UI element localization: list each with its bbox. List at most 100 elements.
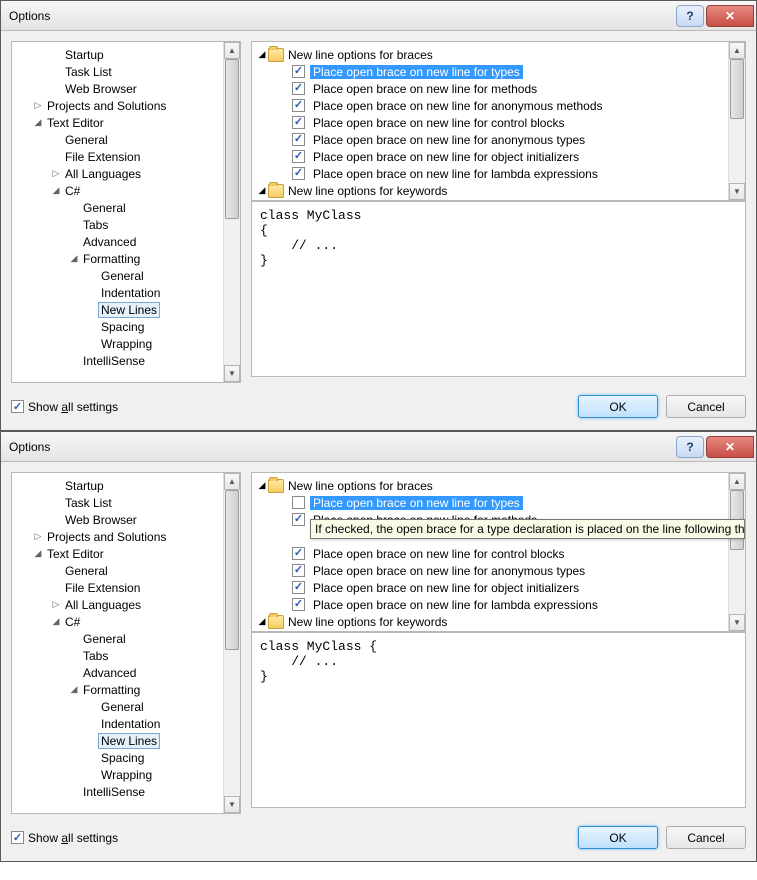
tree-item[interactable]: Spacing — [14, 749, 240, 766]
checkbox[interactable] — [292, 581, 305, 594]
tree-item[interactable]: General — [14, 131, 240, 148]
close-button[interactable]: ✕ — [706, 5, 754, 27]
tree-item[interactable]: Advanced — [14, 664, 240, 681]
options-group[interactable]: ◢New line options for keywords — [252, 613, 728, 630]
tree-item[interactable]: General — [14, 562, 240, 579]
scroll-thumb[interactable] — [225, 59, 239, 219]
scroll-down-icon[interactable]: ▼ — [224, 365, 240, 382]
expand-icon[interactable]: ◢ — [50, 616, 62, 627]
cancel-button[interactable]: Cancel — [666, 395, 746, 418]
tree-item[interactable]: New Lines — [14, 732, 240, 749]
option-item[interactable]: Place open brace on new line for types — [252, 494, 728, 511]
option-item[interactable]: Place open brace on new line for methods — [252, 80, 728, 97]
tree-item[interactable]: ▷All Languages — [14, 596, 240, 613]
option-item[interactable]: Place open brace on new line for lambda … — [252, 596, 728, 613]
options-tree[interactable]: ◢New line options for bracesPlace open b… — [252, 473, 728, 632]
titlebar[interactable]: Options?✕ — [1, 432, 756, 462]
tree-item[interactable]: IntelliSense — [14, 783, 240, 800]
tree-item[interactable]: General — [14, 698, 240, 715]
expand-icon[interactable]: ▷ — [50, 168, 62, 179]
expand-icon[interactable]: ◢ — [68, 684, 80, 695]
expand-icon[interactable]: ◢ — [32, 117, 44, 128]
scroll-up-icon[interactable]: ▲ — [224, 473, 240, 490]
options-tree[interactable]: ◢New line options for bracesPlace open b… — [252, 42, 728, 201]
tree-item[interactable]: ▷Projects and Solutions — [14, 528, 240, 545]
collapse-icon[interactable]: ◢ — [256, 480, 268, 491]
tree-item[interactable]: Web Browser — [14, 80, 240, 97]
option-item[interactable]: Place open brace on new line for control… — [252, 114, 728, 131]
expand-icon[interactable]: ◢ — [50, 185, 62, 196]
expand-icon[interactable]: ▷ — [50, 599, 62, 610]
tree-item[interactable]: Web Browser — [14, 511, 240, 528]
collapse-icon[interactable]: ◢ — [256, 185, 268, 196]
scroll-track[interactable] — [729, 490, 745, 614]
tree-item[interactable]: ▷All Languages — [14, 165, 240, 182]
tree-item[interactable]: ◢Text Editor — [14, 114, 240, 131]
show-all-checkbox[interactable] — [11, 831, 24, 844]
tree-item[interactable]: Indentation — [14, 715, 240, 732]
tree-item[interactable]: ◢Text Editor — [14, 545, 240, 562]
scroll-down-icon[interactable]: ▼ — [729, 614, 745, 631]
show-all-checkbox[interactable] — [11, 400, 24, 413]
option-item[interactable]: Place open brace on new line for anonymo… — [252, 562, 728, 579]
options-group[interactable]: ◢New line options for braces — [252, 477, 728, 494]
option-item[interactable]: Place open brace on new line for object … — [252, 579, 728, 596]
titlebar[interactable]: Options?✕ — [1, 1, 756, 31]
scroll-down-icon[interactable]: ▼ — [729, 183, 745, 200]
tree-item[interactable]: Startup — [14, 46, 240, 63]
scroll-up-icon[interactable]: ▲ — [729, 42, 745, 59]
scrollbar[interactable]: ▲▼ — [223, 42, 240, 382]
ok-button[interactable]: OK — [578, 826, 658, 849]
tree-item[interactable]: Task List — [14, 63, 240, 80]
category-tree[interactable]: StartupTask ListWeb Browser▷Projects and… — [12, 473, 240, 804]
tree-item[interactable]: File Extension — [14, 579, 240, 596]
tree-item[interactable]: File Extension — [14, 148, 240, 165]
expand-icon[interactable]: ▷ — [32, 531, 44, 542]
option-item[interactable]: Place open brace on new line for anonymo… — [252, 131, 728, 148]
checkbox[interactable] — [292, 513, 305, 526]
tree-item[interactable]: ◢C# — [14, 613, 240, 630]
scrollbar[interactable]: ▲▼ — [728, 473, 745, 631]
ok-button[interactable]: OK — [578, 395, 658, 418]
collapse-icon[interactable]: ◢ — [256, 49, 268, 60]
expand-icon[interactable]: ▷ — [32, 100, 44, 111]
tree-item[interactable]: Advanced — [14, 233, 240, 250]
tree-item[interactable]: Indentation — [14, 284, 240, 301]
checkbox[interactable] — [292, 598, 305, 611]
show-all-label[interactable]: Show all settings — [28, 400, 118, 414]
checkbox[interactable] — [292, 547, 305, 560]
tree-item[interactable]: Tabs — [14, 216, 240, 233]
tree-item[interactable]: ◢Formatting — [14, 250, 240, 267]
option-item[interactable]: Place open brace on new line for types — [252, 63, 728, 80]
checkbox[interactable] — [292, 99, 305, 112]
tree-item[interactable]: IntelliSense — [14, 352, 240, 369]
tree-item[interactable]: Spacing — [14, 318, 240, 335]
checkbox[interactable] — [292, 564, 305, 577]
tree-item[interactable]: Wrapping — [14, 335, 240, 352]
tree-item[interactable]: ◢C# — [14, 182, 240, 199]
scrollbar[interactable]: ▲▼ — [223, 473, 240, 813]
checkbox[interactable] — [292, 496, 305, 509]
tree-item[interactable]: Tabs — [14, 647, 240, 664]
collapse-icon[interactable]: ◢ — [256, 616, 268, 627]
option-item[interactable]: Place open brace on new line for object … — [252, 148, 728, 165]
tree-item[interactable]: ▷Projects and Solutions — [14, 97, 240, 114]
close-button[interactable]: ✕ — [706, 436, 754, 458]
checkbox[interactable] — [292, 65, 305, 78]
option-item[interactable]: Place open brace on new line for control… — [252, 545, 728, 562]
options-group[interactable]: ◢New line options for braces — [252, 46, 728, 63]
category-tree[interactable]: StartupTask ListWeb Browser▷Projects and… — [12, 42, 240, 373]
scroll-thumb[interactable] — [730, 59, 744, 119]
tree-item[interactable]: ◢Formatting — [14, 681, 240, 698]
option-item[interactable]: Place open brace on new line for anonymo… — [252, 97, 728, 114]
expand-icon[interactable]: ◢ — [32, 548, 44, 559]
checkbox[interactable] — [292, 133, 305, 146]
help-button[interactable]: ? — [676, 436, 704, 458]
tree-item[interactable]: Task List — [14, 494, 240, 511]
scroll-up-icon[interactable]: ▲ — [224, 42, 240, 59]
checkbox[interactable] — [292, 150, 305, 163]
checkbox[interactable] — [292, 116, 305, 129]
tree-item[interactable]: New Lines — [14, 301, 240, 318]
tree-item[interactable]: Wrapping — [14, 766, 240, 783]
tree-item[interactable]: General — [14, 630, 240, 647]
